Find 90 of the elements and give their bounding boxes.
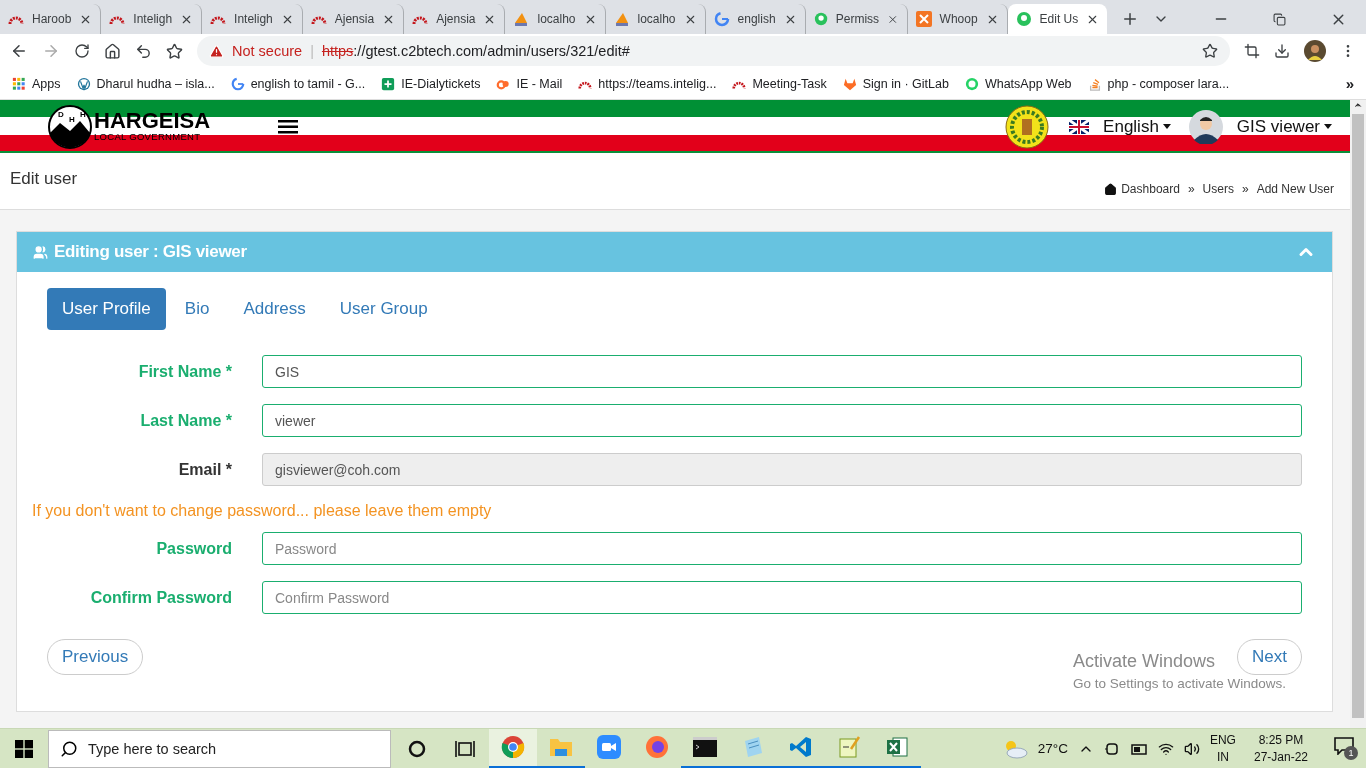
bookmark-link[interactable]: IE-Dialytickets [381, 76, 481, 91]
volume-icon[interactable] [1183, 740, 1200, 757]
star-icon[interactable] [166, 42, 183, 60]
field-label: Last Name * [139, 411, 232, 430]
uk-flag-icon [1069, 119, 1090, 134]
bookmark-link[interactable]: Meeting-Task [732, 76, 827, 91]
field-label: Confirm Password [89, 588, 232, 607]
notepad-plus-icon [837, 735, 861, 759]
more-bookmarks[interactable]: » [1345, 75, 1354, 92]
url-text: https://gtest.c2btech.com/admin/users/321/edit# [321, 43, 630, 59]
chrome-icon [501, 735, 525, 759]
breadcrumb-link[interactable]: Add New User [1256, 182, 1334, 196]
user-avatar [1188, 109, 1223, 144]
notification-count: 1 [1344, 746, 1358, 760]
folder-icon [549, 736, 573, 758]
google-icon [713, 11, 730, 27]
form-tab[interactable]: User Group [324, 288, 443, 330]
input-language[interactable]: ENG IN [1209, 731, 1236, 766]
terminal-icon [693, 737, 717, 757]
home-icon [1104, 182, 1118, 196]
language-dropdown[interactable]: English [1103, 116, 1171, 137]
video-camera-icon [597, 735, 621, 759]
bookmark-star-icon[interactable] [1202, 43, 1218, 59]
profile-avatar[interactable] [1304, 40, 1326, 62]
users-icon [33, 244, 48, 260]
input-field[interactable]: Confirm Password [262, 581, 1302, 614]
address-bar[interactable]: Not secure | https://gtest.c2btech.com/admin/users/321/edit# [197, 36, 1230, 66]
sail-icon [613, 11, 630, 27]
user-dropdown[interactable]: GIS viewer [1236, 116, 1332, 137]
previous-button[interactable]: Previous [47, 639, 144, 675]
sail-icon [513, 11, 530, 27]
cortana-icon[interactable] [408, 739, 426, 758]
windows-icon [15, 739, 33, 758]
warning-icon [209, 43, 224, 59]
crop-icon[interactable] [1244, 43, 1260, 59]
clock[interactable]: 8:25 PM 27-Jan-22 [1253, 731, 1308, 766]
input-field[interactable]: Password [262, 532, 1302, 565]
bookmark-link[interactable]: https://teams.intelig... [578, 76, 717, 91]
breadcrumb-separator: » [1187, 182, 1195, 196]
breadcrumb-link[interactable]: Users [1202, 182, 1234, 196]
stack-icon [1087, 76, 1102, 91]
field-label: Password [155, 539, 232, 558]
field-label: First Name * [137, 362, 232, 381]
apps-grid-icon [12, 76, 26, 91]
input-field[interactable]: viewer [262, 404, 1302, 437]
spreadsheet-icon [381, 76, 396, 91]
back-icon[interactable] [10, 42, 28, 60]
input-field[interactable]: GIS [262, 355, 1302, 388]
home-icon[interactable] [104, 42, 121, 60]
excel-icon [885, 735, 909, 759]
emblem-seal [1005, 104, 1050, 149]
bookmark-link[interactable]: Sign in · GitLab [842, 76, 949, 91]
bookmark-link[interactable]: WhatsApp Web [964, 76, 1072, 91]
undo-icon[interactable] [135, 42, 152, 60]
bookmark-link[interactable]: Dharul hudha – isla... [76, 76, 215, 91]
task-view-icon[interactable] [455, 739, 475, 758]
firefox-icon [645, 735, 669, 759]
logo-emblem: D H H [48, 104, 92, 149]
browser-tab[interactable]: Edit Us [1007, 4, 1108, 34]
reload-icon[interactable] [74, 43, 90, 59]
restore-icon[interactable] [1273, 12, 1287, 26]
breadcrumb-separator: » [1241, 182, 1249, 196]
search-field[interactable]: Type here to search [48, 729, 391, 768]
panel-header: Editing user : GIS viewer [17, 232, 1332, 272]
security-warning[interactable]: Not secure [232, 43, 303, 59]
code-editor-icon [789, 735, 813, 759]
password-notice: If you don't want to change password... please leave them empty [32, 502, 493, 520]
activation-title: Activate Windows [1073, 651, 1216, 672]
menu-icon[interactable] [278, 119, 299, 134]
activation-subtitle: Go to Settings to activate Windows. [1073, 676, 1287, 691]
temperature: 27°C [1037, 741, 1068, 756]
form-tab[interactable]: User Profile [47, 288, 166, 330]
search-icon [60, 739, 78, 758]
bookmark-link[interactable]: english to tamil - G... [230, 76, 366, 91]
bookmark-link[interactable]: IE - Mail [496, 76, 563, 91]
next-button[interactable]: Next [1237, 639, 1302, 675]
battery-icon[interactable] [1129, 741, 1148, 756]
breadcrumb-link[interactable]: Dashboard [1104, 182, 1180, 196]
scroll-up-icon[interactable] [1353, 100, 1363, 110]
page-title: Edit user [10, 169, 78, 189]
google-icon [230, 76, 245, 91]
download-icon[interactable] [1274, 43, 1290, 59]
wordpress-icon [76, 76, 91, 91]
form-tab[interactable]: Bio [169, 288, 225, 330]
form-tab[interactable]: Address [228, 288, 321, 330]
divider-mark: | [310, 43, 314, 59]
bookmark-link[interactable]: php - composer lara... [1087, 76, 1230, 91]
fox-icon [842, 76, 857, 91]
bookmark-link[interactable]: Apps [12, 76, 61, 91]
field-label: Email * [177, 460, 232, 479]
